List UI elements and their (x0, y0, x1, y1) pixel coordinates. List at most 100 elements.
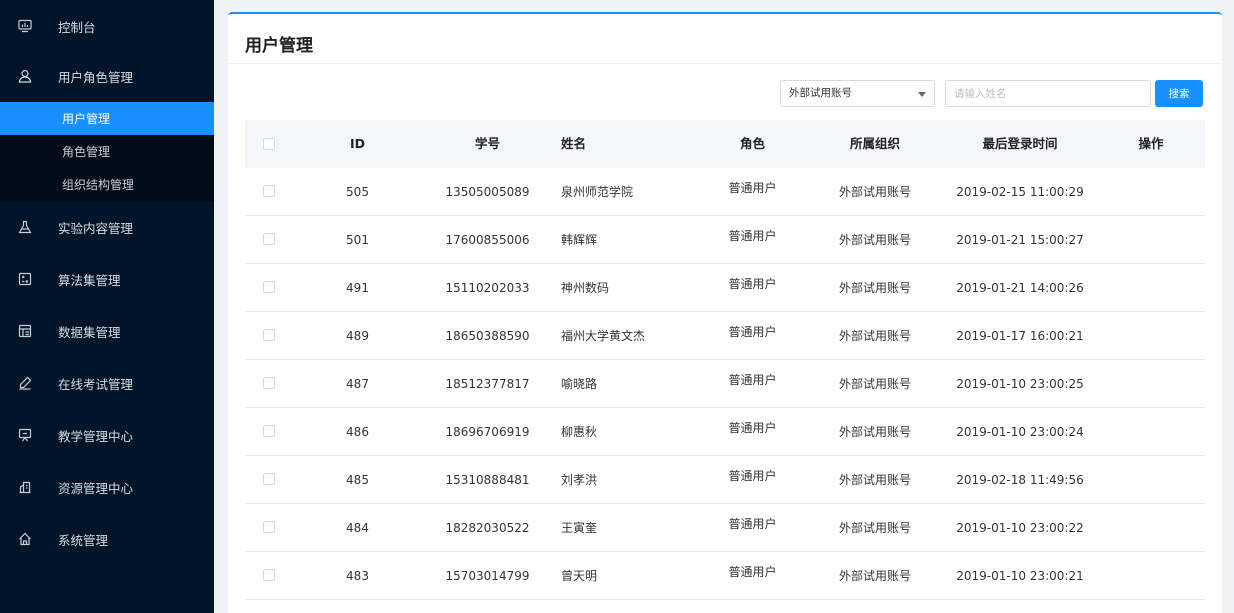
sidebar-item-label: 算法集管理 (58, 272, 121, 288)
cell-last-login: 2019-01-10 23:00:25 (956, 377, 1084, 391)
sidebar-item-label: 在线考试管理 (58, 376, 134, 392)
table-row[interactable]: 485 15310888481 刘孝洪 普通用户 外部试用账号 2019-02-… (245, 456, 1205, 504)
cell-last-login: 2019-01-10 23:00:22 (956, 521, 1084, 535)
name-search-input[interactable] (945, 80, 1151, 107)
resource-icon (18, 480, 32, 494)
cell-id: 489 (346, 329, 369, 343)
row-checkbox[interactable] (263, 185, 275, 197)
sidebar-item-dataset[interactable]: 数据集管理 (0, 305, 214, 357)
cell-role: 普通用户 (728, 181, 777, 195)
user-icon (18, 69, 32, 83)
header-name[interactable]: 姓名 (561, 120, 701, 168)
sidebar-item-dashboard[interactable]: 控制台 (0, 0, 214, 52)
submenu-item-user-management[interactable]: 用户管理 (0, 102, 214, 135)
sidebar-item-label: 实验内容管理 (58, 220, 134, 236)
submenu-item-org-structure[interactable]: 组织结构管理 (0, 168, 214, 201)
cell-student-id: 15310888481 (445, 473, 530, 487)
cell-role: 普通用户 (728, 277, 777, 291)
sidebar: 控制台 用户角色管理 用户管理 角色管理 组织结构管理 实验内容管理 算法集管理 (0, 0, 214, 613)
cell-last-login: 2019-01-21 15:00:27 (956, 233, 1084, 247)
table-row[interactable]: 505 13505005089 泉州师范学院 普通用户 外部试用账号 2019-… (245, 168, 1205, 216)
table-row[interactable]: 487 18512377817 喻晓路 普通用户 外部试用账号 2019-01-… (245, 360, 1205, 408)
submenu-item-label: 角色管理 (62, 145, 111, 159)
cell-student-id: 18650388590 (445, 329, 530, 343)
row-checkbox[interactable] (263, 425, 275, 437)
cell-organization: 外部试用账号 (838, 473, 911, 487)
teaching-icon (18, 428, 32, 442)
row-checkbox[interactable] (263, 281, 275, 293)
header-operation: 操作 (1138, 136, 1164, 151)
cell-organization: 外部试用账号 (838, 377, 911, 391)
cell-organization: 外部试用账号 (838, 281, 911, 295)
cell-organization: 外部试用账号 (838, 185, 911, 199)
cell-student-id: 15703014799 (445, 569, 530, 583)
row-checkbox[interactable] (263, 329, 275, 341)
search-button[interactable]: 搜索 (1155, 80, 1203, 107)
table-row[interactable]: 501 17600855006 韩辉辉 普通用户 外部试用账号 2019-01-… (245, 216, 1205, 264)
cell-organization: 外部试用账号 (838, 329, 911, 343)
flask-icon (18, 220, 32, 234)
cell-last-login: 2019-01-10 23:00:24 (956, 425, 1084, 439)
main-content: 用户管理 外部试用账号 搜索 ID 学号 姓名 角色 所属组织 最后登录时间 操… (214, 0, 1234, 613)
cell-organization: 外部试用账号 (838, 569, 911, 583)
algorithm-icon (18, 272, 32, 286)
cell-name: 曾天明 (561, 569, 598, 583)
sidebar-item-label: 用户角色管理 (58, 69, 134, 85)
cell-id: 485 (346, 473, 369, 487)
table-row[interactable]: 484 18282030522 王寅奎 普通用户 外部试用账号 2019-01-… (245, 504, 1205, 552)
sidebar-item-teaching[interactable]: 教学管理中心 (0, 409, 214, 461)
cell-id: 486 (346, 425, 369, 439)
cell-student-id: 18512377817 (445, 377, 530, 391)
cell-id: 505 (346, 185, 369, 199)
cell-role: 普通用户 (728, 373, 777, 387)
cell-student-id: 15110202033 (445, 281, 530, 295)
sidebar-item-algorithm[interactable]: 算法集管理 (0, 253, 214, 305)
monitor-icon (18, 19, 32, 33)
header-id[interactable]: ID (335, 120, 380, 168)
cell-last-login: 2019-02-18 11:49:56 (956, 473, 1084, 487)
row-checkbox[interactable] (263, 473, 275, 485)
cell-name: 刘孝洪 (561, 473, 598, 487)
submenu-item-role-management[interactable]: 角色管理 (0, 135, 214, 168)
sidebar-item-system[interactable]: 系统管理 (0, 513, 214, 565)
cell-role: 普通用户 (728, 325, 777, 339)
sidebar-item-exam[interactable]: 在线考试管理 (0, 357, 214, 409)
cell-role: 普通用户 (728, 517, 777, 531)
org-select[interactable]: 外部试用账号 (780, 80, 935, 107)
sidebar-item-experiment[interactable]: 实验内容管理 (0, 201, 214, 253)
cell-last-login: 2019-02-15 11:00:29 (956, 185, 1084, 199)
cell-organization: 外部试用账号 (838, 521, 911, 535)
sidebar-item-user-role[interactable]: 用户角色管理 (0, 50, 214, 102)
cell-last-login: 2019-01-10 23:00:21 (956, 569, 1084, 583)
row-checkbox[interactable] (263, 377, 275, 389)
exam-icon (18, 376, 32, 390)
cell-name: 喻晓路 (561, 377, 598, 391)
submenu-item-label: 组织结构管理 (62, 178, 135, 192)
header-role[interactable]: 角色 (705, 120, 800, 168)
table-row[interactable]: 483 15703014799 曾天明 普通用户 外部试用账号 2019-01-… (245, 552, 1205, 600)
sidebar-item-resource[interactable]: 资源管理中心 (0, 461, 214, 513)
header-last-login[interactable]: 最后登录时间 (940, 120, 1100, 168)
cell-organization: 外部试用账号 (838, 233, 911, 247)
cell-student-id: 18696706919 (445, 425, 530, 439)
select-all-checkbox[interactable] (263, 138, 275, 150)
submenu-item-label: 用户管理 (62, 112, 111, 126)
row-checkbox[interactable] (263, 569, 275, 581)
row-checkbox[interactable] (263, 521, 275, 533)
cell-organization: 外部试用账号 (838, 425, 911, 439)
cell-name: 柳惠秋 (561, 425, 598, 439)
row-checkbox[interactable] (263, 233, 275, 245)
cell-name: 韩辉辉 (561, 233, 598, 247)
cell-role: 普通用户 (728, 229, 777, 243)
table-row[interactable]: 489 18650388590 福州大学黄文杰 普通用户 外部试用账号 2019… (245, 312, 1205, 360)
user-management-card: 用户管理 外部试用账号 搜索 ID 学号 姓名 角色 所属组织 最后登录时间 操… (228, 12, 1222, 613)
table-row[interactable]: 491 15110202033 神州数码 普通用户 外部试用账号 2019-01… (245, 264, 1205, 312)
cell-name: 福州大学黄文杰 (561, 329, 646, 343)
cell-name: 神州数码 (561, 281, 610, 295)
cell-name: 泉州师范学院 (561, 185, 634, 199)
header-organization[interactable]: 所属组织 (815, 120, 935, 168)
sidebar-item-label: 资源管理中心 (58, 480, 134, 496)
header-student-id[interactable]: 学号 (425, 120, 550, 168)
table-row[interactable]: 486 18696706919 柳惠秋 普通用户 外部试用账号 2019-01-… (245, 408, 1205, 456)
table-header: ID 学号 姓名 角色 所属组织 最后登录时间 操作 (245, 120, 1205, 168)
